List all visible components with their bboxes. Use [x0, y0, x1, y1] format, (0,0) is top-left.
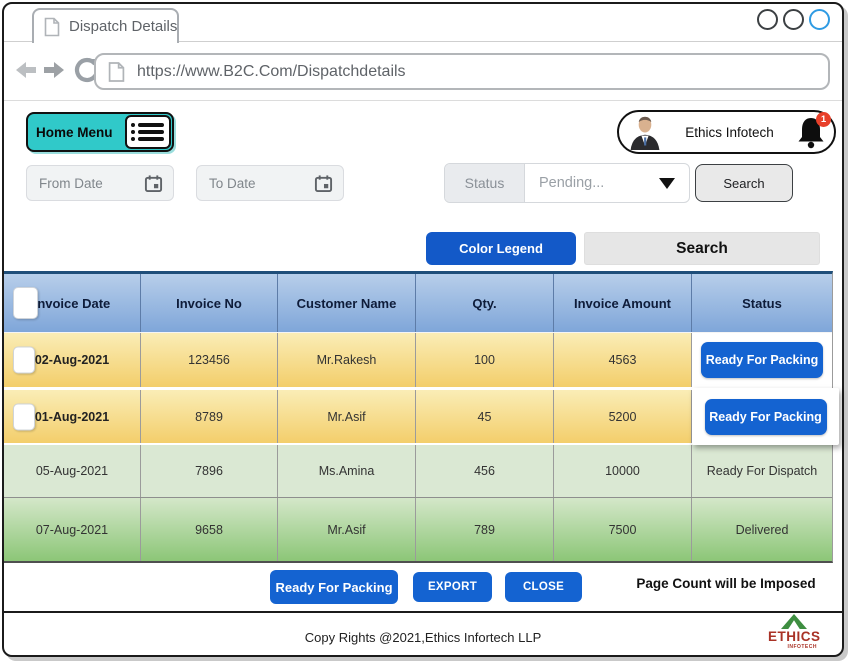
- export-button[interactable]: EXPORT: [413, 572, 492, 602]
- footer-divider: [4, 611, 842, 613]
- window-control-icon[interactable]: [757, 9, 778, 30]
- invoice-no-cell: 7896: [141, 445, 278, 497]
- calendar-icon[interactable]: [144, 174, 163, 193]
- color-legend-button[interactable]: Color Legend: [426, 232, 576, 265]
- home-menu-button[interactable]: Home Menu: [26, 112, 174, 152]
- row-checkbox[interactable]: [13, 347, 35, 374]
- profile-name: Ethics Infotech: [663, 125, 796, 140]
- table-row: 05-Aug-20217896Ms.Amina45610000Ready For…: [4, 443, 832, 497]
- close-button[interactable]: CLOSE: [505, 572, 582, 602]
- table-row: 02-Aug-2021123456Mr.Rakesh1004563Ready F…: [4, 333, 832, 387]
- address-bar[interactable]: https://www.B2C.Com/Dispatchdetails: [94, 53, 830, 90]
- invoice-amount-cell: 7500: [554, 498, 692, 561]
- chevron-down-icon: [659, 178, 675, 189]
- status-dropdown[interactable]: Status Pending...: [444, 163, 690, 203]
- to-date-input[interactable]: To Date: [196, 165, 344, 201]
- invoice-amount-cell: 10000: [554, 445, 692, 497]
- avatar: [627, 113, 663, 151]
- search-button[interactable]: Search: [695, 164, 793, 202]
- logo-chevron-icon: [781, 614, 807, 629]
- invoice-date-cell: 07-Aug-2021: [4, 498, 141, 561]
- status-button[interactable]: Ready For Packing: [705, 399, 827, 435]
- from-date-input[interactable]: From Date: [26, 165, 174, 201]
- calendar-icon[interactable]: [314, 174, 333, 193]
- divider: [4, 100, 842, 101]
- ready-for-packing-button[interactable]: Ready For Packing: [270, 570, 398, 604]
- table-row: 07-Aug-20219658Mr.Asif7897500Delivered: [4, 497, 832, 561]
- url-text: https://www.B2C.Com/Dispatchdetails: [137, 63, 406, 81]
- logo-text: ETHICS: [768, 630, 820, 644]
- column-header: Invoice Date: [4, 274, 141, 332]
- profile-pill[interactable]: Ethics Infotech 1: [617, 110, 836, 154]
- forward-icon[interactable]: [42, 58, 66, 82]
- page-count-note: Page Count will be Imposed: [612, 576, 840, 591]
- window-controls: [757, 9, 830, 30]
- select-all-checkbox[interactable]: [13, 287, 38, 319]
- status-label: Status: [445, 164, 525, 202]
- invoice-amount-cell: 5200: [554, 390, 692, 443]
- navigation-bar: https://www.B2C.Com/Dispatchdetails: [4, 43, 842, 100]
- invoice-date-cell: 05-Aug-2021: [4, 445, 141, 497]
- status-cell: Ready For Dispatch: [692, 445, 832, 497]
- qty-cell: 100: [416, 333, 554, 387]
- table-row: 01-Aug-20218789Mr.Asif455200 Ready For Pa…: [4, 387, 832, 443]
- notification-bell[interactable]: 1: [796, 116, 826, 149]
- customer-name-cell: Ms.Amina: [278, 445, 416, 497]
- status-cell: Ready For Packing: [692, 390, 832, 443]
- column-header: Qty.: [416, 274, 554, 332]
- invoice-amount-cell: 4563: [554, 333, 692, 387]
- customer-name-cell: Mr.Asif: [278, 390, 416, 443]
- column-header: Invoice Amount: [554, 274, 692, 332]
- invoice-no-cell: 8789: [141, 390, 278, 443]
- logo-subtext: INFOTECH: [768, 644, 820, 650]
- tab-bar: Dispatch Details: [4, 4, 842, 42]
- qty-cell: 456: [416, 445, 554, 497]
- status-cell: Ready For Packing: [692, 333, 832, 387]
- window-control-icon[interactable]: [809, 9, 830, 30]
- copyright-text: Copy Rights @2021,Ethics Infortech LLP: [4, 630, 842, 645]
- status-cell: Delivered: [692, 498, 832, 561]
- dispatch-table: Invoice DateInvoice NoCustomer NameQty.I…: [4, 271, 833, 563]
- status-button[interactable]: Ready For Packing: [701, 342, 823, 378]
- column-header: Customer Name: [278, 274, 416, 332]
- customer-name-cell: Mr.Asif: [278, 498, 416, 561]
- qty-cell: 789: [416, 498, 554, 561]
- status-selected-value[interactable]: Pending...: [525, 164, 689, 202]
- to-date-placeholder: To Date: [209, 176, 256, 191]
- status-value-text: Pending...: [539, 175, 604, 191]
- menu-list-icon: [125, 115, 171, 149]
- page-icon: [108, 61, 125, 83]
- invoice-date-cell: 02-Aug-2021: [4, 333, 141, 387]
- notification-badge: 1: [816, 112, 831, 127]
- column-header: Invoice No: [141, 274, 278, 332]
- from-date-placeholder: From Date: [39, 176, 103, 191]
- browser-window: Dispatch Details https://www.B2C.Com/Dis…: [2, 2, 844, 657]
- invoice-no-cell: 9658: [141, 498, 278, 561]
- invoice-date-cell: 01-Aug-2021: [4, 390, 141, 443]
- browser-tab[interactable]: Dispatch Details: [32, 8, 179, 43]
- back-icon[interactable]: [14, 58, 38, 82]
- column-header: Status: [692, 274, 832, 332]
- big-search-button[interactable]: Search: [584, 232, 820, 265]
- table-body: 02-Aug-2021123456Mr.Rakesh1004563Ready F…: [4, 333, 832, 561]
- qty-cell: 45: [416, 390, 554, 443]
- tab-title: Dispatch Details: [69, 18, 177, 35]
- window-control-icon[interactable]: [783, 9, 804, 30]
- row-checkbox[interactable]: [13, 403, 35, 430]
- invoice-no-cell: 123456: [141, 333, 278, 387]
- home-menu-label: Home Menu: [36, 125, 113, 140]
- customer-name-cell: Mr.Rakesh: [278, 333, 416, 387]
- table-header: Invoice DateInvoice NoCustomer NameQty.I…: [4, 274, 832, 333]
- page-icon: [44, 17, 60, 37]
- company-logo: ETHICS INFOTECH: [768, 614, 820, 650]
